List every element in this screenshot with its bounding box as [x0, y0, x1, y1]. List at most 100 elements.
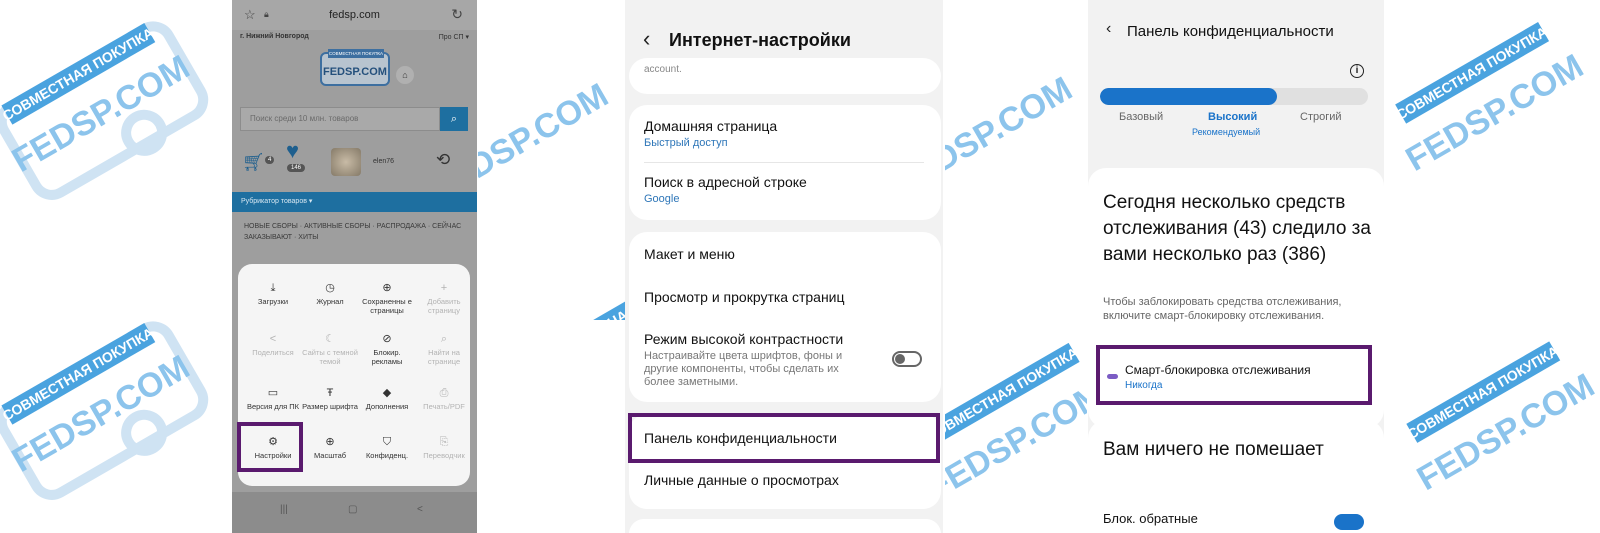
address-bar[interactable]: ☆ 🔒︎ fedsp.com ↻: [232, 0, 477, 30]
menu-item[interactable]: ⊘ Блокир. рекламы: [358, 331, 416, 366]
level-basic[interactable]: Базовый: [1119, 111, 1163, 123]
rubricator-dropdown[interactable]: Рубрикатор товаров ▾: [232, 192, 477, 212]
divider: [644, 162, 924, 163]
scroll-setting[interactable]: Просмотр и прокрутка страниц: [644, 289, 924, 305]
back-arrow-icon[interactable]: ‹: [1106, 20, 1111, 38]
menu-item[interactable]: ◆ Дополнения: [358, 385, 416, 412]
protection-level-fill: [1100, 88, 1277, 105]
menu-item-icon: <: [269, 333, 277, 345]
layout-menu-setting[interactable]: Макет и меню: [644, 246, 924, 262]
menu-item-label: Дополнения: [365, 402, 409, 411]
menu-item[interactable]: ☾ Сайты с темной темой: [301, 331, 359, 366]
menu-item-label: Версия для ПК: [246, 402, 300, 411]
settings-highlight-frame: [237, 422, 303, 472]
menu-item-label: Поделиться: [252, 348, 294, 357]
homepage-setting[interactable]: Домашняя страница Быстрый доступ: [644, 118, 924, 149]
svg-text:СОВМЕСТНАЯ ПОКУПКА: СОВМЕСТНАЯ ПОКУПКА: [544, 266, 628, 320]
privacy-highlight-frame: [628, 413, 940, 463]
menu-item-icon: +: [440, 282, 448, 294]
homepage-title: Домашняя страница: [644, 118, 778, 134]
protection-level-slider[interactable]: [1100, 88, 1368, 105]
search-engine-value: Google: [644, 193, 680, 205]
menu-item[interactable]: Ŧ Размер шрифта: [301, 385, 359, 412]
site-logo[interactable]: СОВМЕСТНАЯ ПОКУПКА FEDSP.COM: [320, 49, 390, 86]
page-title: Интернет-настройки: [669, 30, 851, 50]
menu-item-icon: ⊕: [325, 436, 335, 448]
high-contrast-setting[interactable]: Режим высокой контрастности Настраивайте…: [644, 331, 924, 389]
home-nav-icon[interactable]: ▢: [348, 504, 357, 515]
menu-item[interactable]: < Поделиться: [244, 331, 302, 358]
level-strict[interactable]: Строгий: [1300, 111, 1342, 123]
svg-text:FEDSP.COM: FEDSP.COM: [945, 70, 1079, 202]
menu-item-icon: ▭: [267, 387, 279, 399]
menu-item[interactable]: ⊕ Масштаб: [301, 434, 359, 461]
menu-item-label: Журнал: [316, 297, 344, 306]
smart-tracking-title: Смарт-блокировка отслеживания: [1125, 363, 1311, 377]
cut-off-text: account.: [644, 64, 682, 75]
watermark-left-lower: СОВМЕСТНАЯ ПОКУПКА FEDSP.COM: [0, 300, 220, 530]
info-icon[interactable]: i: [1350, 64, 1364, 78]
back-nav-icon[interactable]: <: [417, 504, 423, 515]
system-nav-bar: ||| ▢ <: [232, 492, 477, 533]
cart-count-badge: 4: [265, 156, 275, 164]
tracker-headline: Сегодня несколько средств отслеживания (…: [1103, 192, 1371, 265]
history-icon[interactable]: ⟲: [436, 150, 450, 170]
menu-item-label: Размер шрифта: [302, 402, 358, 411]
menu-item-icon: ⤓: [270, 282, 276, 294]
recents-nav-icon[interactable]: |||: [280, 504, 288, 515]
menu-item[interactable]: ⌕ Найти на странице: [415, 331, 473, 366]
high-contrast-toggle[interactable]: [892, 351, 922, 367]
favorites-heart-icon[interactable]: ♥: [286, 138, 299, 164]
menu-item[interactable]: ▭ Версия для ПК: [244, 385, 302, 412]
menu-item-label: Масштаб: [313, 451, 347, 460]
menu-item-icon: ⌕: [440, 333, 448, 345]
personal-data-setting[interactable]: Личные данные о просмотрах: [644, 472, 924, 488]
privacy-dashboard-screen: ‹ Панель конфиденциальности i Базовый Вы…: [1088, 0, 1384, 533]
username[interactable]: elen76: [373, 158, 394, 165]
level-high[interactable]: Высокий: [1208, 111, 1257, 123]
menu-item-label: Добавить страницу: [427, 297, 461, 315]
menu-item-label: Конфиденц.: [365, 451, 409, 460]
menu-item[interactable]: ⎙ Печать/PDF: [415, 385, 473, 412]
menu-item-icon: ⛉: [382, 436, 392, 448]
homepage-value: Быстрый доступ: [644, 137, 728, 149]
page-title: Панель конфиденциальности: [1127, 23, 1334, 40]
header: ‹ Интернет-настройки: [625, 0, 943, 56]
layout-menu-title: Макет и меню: [644, 246, 735, 262]
svg-text:FEDSP.COM: FEDSP.COM: [945, 376, 1087, 508]
menu-item-label: Найти на странице: [427, 348, 461, 366]
menu-item-icon: ☾: [325, 333, 335, 345]
menu-item-label: Блокир. рекламы: [371, 348, 403, 366]
home-icon[interactable]: ⌂: [396, 66, 414, 84]
menu-item[interactable]: ⊕ Сохраненны е страницы: [358, 280, 416, 315]
menu-item-icon: Ŧ: [326, 387, 334, 399]
avatar[interactable]: [331, 148, 361, 176]
search-input[interactable]: Поиск среди 10 млн. товаров: [240, 107, 440, 131]
about-menu[interactable]: Про СП ▾: [439, 33, 469, 41]
search-button[interactable]: ⌕: [440, 107, 468, 131]
url-text[interactable]: fedsp.com: [232, 9, 477, 21]
svg-text:СОВМЕСТНАЯ ПОКУПКА: СОВМЕСТНАЯ ПОКУПКА: [1405, 343, 1562, 443]
scroll-title: Просмотр и прокрутка страниц: [644, 289, 845, 305]
city-selector[interactable]: г. Нижний Новгород: [240, 33, 309, 40]
watermark-line1: СОВМЕСТНАЯ ПОКУПКА: [0, 24, 156, 124]
internet-settings-screen: account. ‹ Интернет-настройки Домашняя с…: [625, 0, 943, 533]
cart-icon[interactable]: 🛒︎: [242, 152, 265, 173]
back-arrow-icon[interactable]: ‹: [643, 26, 650, 52]
recommended-label: Рекомендуемый: [1192, 127, 1261, 137]
menu-item-icon: ◷: [325, 282, 335, 294]
smart-tracking-block-setting[interactable]: Смарт-блокировка отслеживания Никогда: [1096, 345, 1372, 405]
smart-tracking-value: Никогда: [1125, 380, 1163, 391]
menu-item[interactable]: ◷ Журнал: [301, 280, 359, 307]
block-toggle[interactable]: [1334, 514, 1364, 530]
menu-item[interactable]: + Добавить страницу: [415, 280, 473, 315]
search-engine-setting[interactable]: Поиск в адресной строке Google: [644, 174, 924, 205]
category-links[interactable]: НОВЫЕ СБОРЫ · АКТИВНЫЕ СБОРЫ · РАСПРОДАЖ…: [244, 221, 464, 243]
menu-item[interactable]: ⎘ Переводчик: [415, 434, 473, 461]
menu-item[interactable]: ⤓ Загрузки: [244, 280, 302, 307]
menu-item[interactable]: ⛉ Конфиденц.: [358, 434, 416, 461]
search-engine-title: Поиск в адресной строке: [644, 174, 807, 190]
tracker-description: Чтобы заблокировать средства отслеживани…: [1103, 296, 1342, 322]
reload-icon[interactable]: ↻: [451, 6, 463, 23]
menu-item-icon: ◆: [382, 387, 392, 399]
